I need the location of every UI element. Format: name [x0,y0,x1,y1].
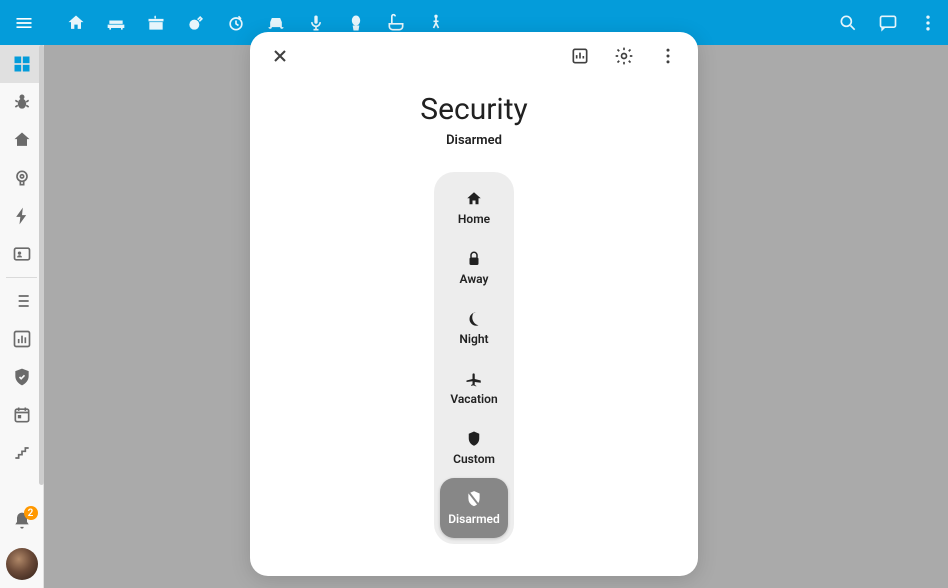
dashboard-icon [12,54,32,74]
shield-check-icon [12,367,32,387]
tab-bath[interactable] [384,11,408,35]
sidebar-item-calendar[interactable] [0,396,43,434]
arm-option-label: Night [459,332,488,346]
shield-off-icon [465,490,483,508]
sofa-icon [105,13,127,33]
bath-icon [385,13,407,33]
lock-icon [465,250,483,268]
top-right-actions [836,11,940,35]
stairs-icon [12,443,32,463]
list-icon [12,291,32,311]
timer-icon [226,13,246,33]
head-icon [12,168,32,188]
arm-option-label: Disarmed [448,512,500,526]
notifications-button[interactable]: 2 [0,502,44,540]
arm-option-label: Custom [453,452,495,466]
tab-gift[interactable] [144,11,168,35]
car-icon [265,13,287,33]
arm-option-away[interactable]: Away [440,238,508,298]
sidebar: 2 [0,45,44,588]
bomb-icon [186,13,206,33]
arm-option-label: Home [458,212,490,226]
home-plus-icon [66,13,86,33]
sidebar-item-security[interactable] [0,358,43,396]
tab-person[interactable] [424,11,448,35]
mic-icon [306,13,326,33]
plant-icon [346,13,366,33]
flash-icon [12,206,32,226]
user-card-icon [12,244,32,264]
close-button[interactable] [262,38,298,74]
chart-icon [12,329,32,349]
home-icon [465,190,483,208]
settings-button[interactable] [606,38,642,74]
house-icon [12,130,32,150]
tab-bomb[interactable] [184,11,208,35]
more-vert-icon [918,13,938,33]
modal-header [250,32,698,80]
sidebar-item-energy[interactable] [0,197,43,235]
sidebar-item-stats[interactable] [0,320,43,358]
sidebar-item-house[interactable] [0,121,43,159]
chart-box-icon [570,46,590,66]
arm-option-label: Vacation [450,392,497,406]
arm-option-custom[interactable]: Custom [440,418,508,478]
search-icon [838,13,858,33]
search-button[interactable] [836,11,860,35]
tab-timer[interactable] [224,11,248,35]
shield-icon [465,430,483,448]
modal-more-button[interactable] [650,38,686,74]
tab-home[interactable] [64,11,88,35]
airplane-icon [465,370,483,388]
more-button[interactable] [916,11,940,35]
chat-button[interactable] [876,11,900,35]
chat-icon [878,13,898,33]
tab-living[interactable] [104,11,128,35]
sidebar-item-bugs[interactable] [0,83,43,121]
more-vert-icon [658,46,678,66]
moon-icon [465,310,483,328]
menu-icon [14,13,34,33]
modal-title: Security [250,92,698,127]
sidebar-item-dashboard[interactable] [0,45,43,83]
arm-option-label: Away [460,272,489,286]
notifications-badge: 2 [24,506,38,520]
menu-button[interactable] [8,7,40,39]
sidebar-item-stairs[interactable] [0,434,43,472]
tab-plant[interactable] [344,11,368,35]
arm-option-disarmed[interactable]: Disarmed [440,478,508,538]
arm-option-home[interactable]: Home [440,178,508,238]
history-button[interactable] [562,38,598,74]
sidebar-item-list[interactable] [0,282,43,320]
close-icon [270,46,290,66]
user-avatar[interactable] [6,548,38,580]
arm-option-vacation[interactable]: Vacation [440,358,508,418]
sidebar-item-users[interactable] [0,235,43,273]
tab-mic[interactable] [304,11,328,35]
arm-option-night[interactable]: Night [440,298,508,358]
modal-body: Security Disarmed Home Away Night Vacati… [250,80,698,544]
top-tabs [64,11,448,35]
gear-icon [614,46,634,66]
calendar-icon [12,405,32,425]
security-modal: Security Disarmed Home Away Night Vacati… [250,32,698,576]
person-walk-icon [426,13,446,33]
bug-icon [12,92,32,112]
tab-car[interactable] [264,11,288,35]
arm-options: Home Away Night Vacation Custom Disarmed [434,172,514,544]
modal-subtitle: Disarmed [250,133,698,148]
sidebar-item-ideas[interactable] [0,159,43,197]
gift-icon [146,13,166,33]
